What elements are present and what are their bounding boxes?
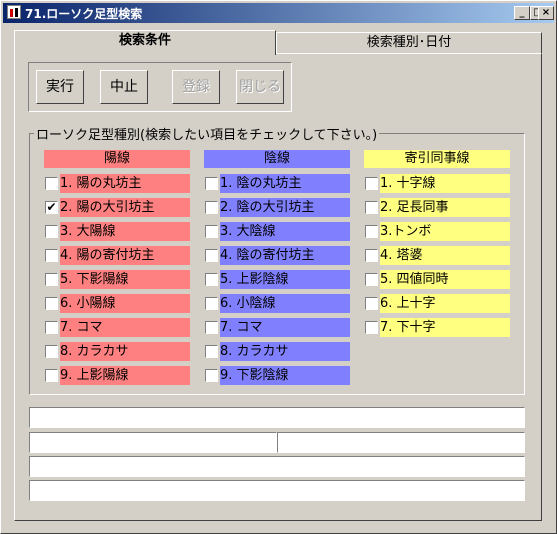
checkbox-label: 7. 下十字	[380, 318, 510, 337]
checkbox-label: 5. 上影陰線	[220, 270, 350, 289]
stop-button[interactable]: 中止	[100, 70, 148, 104]
doji-option-3[interactable]: 3.トンボ	[364, 222, 510, 241]
close-button[interactable]: 閉じる	[236, 70, 284, 104]
checkbox-label: 8. カラカサ	[60, 342, 190, 361]
insen-option-8[interactable]: 8. カラカサ	[204, 342, 350, 361]
register-button[interactable]: 登録	[172, 70, 220, 104]
doji-option-7[interactable]: 7. 下十字	[364, 318, 510, 337]
insen-option-1[interactable]: 1. 陰の丸坊主	[204, 174, 350, 193]
status-field-2-left	[29, 432, 277, 453]
insen-option-5[interactable]: 5. 上影陰線	[204, 270, 350, 289]
insen-option-3[interactable]: 3. 大陰線	[204, 222, 350, 241]
checkbox[interactable]	[205, 273, 218, 286]
checkbox-label: 6. 上十字	[380, 294, 510, 313]
checkbox[interactable]	[205, 321, 218, 334]
checkbox-label: 8. カラカサ	[220, 342, 350, 361]
column-header-yosen: 陽線	[44, 150, 190, 168]
checkbox-label: 1. 陽の丸坊主	[60, 174, 190, 193]
checkbox[interactable]	[45, 249, 58, 262]
run-button[interactable]: 実行	[36, 70, 84, 104]
checkbox[interactable]	[45, 225, 58, 238]
checkbox[interactable]	[205, 177, 218, 190]
title-bar[interactable]: 71.ローソク足型検索 _ □ ×	[3, 3, 554, 23]
status-field-1	[29, 407, 525, 428]
yosen-option-1[interactable]: 1. 陽の丸坊主	[44, 174, 190, 193]
checkbox-label: 3. 大陽線	[60, 222, 190, 241]
checkbox[interactable]	[205, 225, 218, 238]
checkbox[interactable]	[365, 177, 378, 190]
checkbox-label: 4. 陰の寄付坊主	[220, 246, 350, 265]
yosen-option-4[interactable]: 4. 陽の寄付坊主	[44, 246, 190, 265]
checkbox-label: 6. 小陰線	[220, 294, 350, 313]
checkbox-label: 2. 陰の大引坊主	[220, 198, 350, 217]
doji-option-1[interactable]: 1. 十字線	[364, 174, 510, 193]
doji-option-2[interactable]: 2. 足長同事	[364, 198, 510, 217]
checkbox[interactable]	[365, 321, 378, 334]
checkbox-label: 5. 四値同時	[380, 270, 510, 289]
app-candlestick-icon	[7, 5, 21, 19]
group-label: ローソク足型種別(検索したい項目をチェックして下さい。)	[34, 124, 380, 143]
checkbox-label: 1. 十字線	[380, 174, 510, 193]
insen-option-2[interactable]: 2. 陰の大引坊主	[204, 198, 350, 217]
checkbox-label: 7. コマ	[60, 318, 190, 337]
doji-option-4[interactable]: 4. 塔婆	[364, 246, 510, 265]
tab-search-type-date[interactable]: 検索種別･日付	[276, 32, 542, 54]
checkbox[interactable]	[45, 345, 58, 358]
checkbox[interactable]	[365, 249, 378, 262]
checkbox-label: 9. 上影陽線	[60, 366, 190, 385]
checkbox[interactable]	[205, 345, 218, 358]
insen-option-6[interactable]: 6. 小陰線	[204, 294, 350, 313]
checkbox-label: 2. 足長同事	[380, 198, 510, 217]
tab-search-conditions[interactable]: 検索条件	[14, 30, 276, 55]
status-field-2-right	[277, 432, 525, 453]
checkbox[interactable]	[45, 297, 58, 310]
minimize-icon[interactable]: _	[514, 6, 530, 20]
column-header-doji: 寄引同事線	[364, 150, 510, 168]
status-field-3	[29, 456, 525, 477]
yosen-option-6[interactable]: 6. 小陽線	[44, 294, 190, 313]
checkbox[interactable]	[205, 201, 218, 214]
doji-option-5[interactable]: 5. 四値同時	[364, 270, 510, 289]
checkbox-label: 6. 小陽線	[60, 294, 190, 313]
yosen-option-9[interactable]: 9. 上影陽線	[44, 366, 190, 385]
checkbox-label: 5. 下影陽線	[60, 270, 190, 289]
checkbox[interactable]	[45, 177, 58, 190]
checkbox[interactable]	[365, 297, 378, 310]
checkbox[interactable]	[205, 249, 218, 262]
insen-option-4[interactable]: 4. 陰の寄付坊主	[204, 246, 350, 265]
checkbox-label: 4. 陽の寄付坊主	[60, 246, 190, 265]
close-icon[interactable]: ×	[538, 6, 554, 20]
checkbox[interactable]	[45, 321, 58, 334]
yosen-option-2[interactable]: ✔ 2. 陽の大引坊主	[44, 198, 190, 217]
checkbox-label: 7. コマ	[220, 318, 350, 337]
checkbox[interactable]	[45, 369, 58, 382]
insen-option-9[interactable]: 9. 下影陰線	[204, 366, 350, 385]
yosen-option-8[interactable]: 8. カラカサ	[44, 342, 190, 361]
checkbox[interactable]	[365, 273, 378, 286]
column-header-insen: 陰線	[204, 150, 350, 168]
checkbox[interactable]	[205, 297, 218, 310]
checkbox[interactable]	[205, 369, 218, 382]
status-field-4	[29, 480, 525, 501]
checkbox-label: 1. 陰の丸坊主	[220, 174, 350, 193]
checkbox-label: 3. 大陰線	[220, 222, 350, 241]
doji-option-6[interactable]: 6. 上十字	[364, 294, 510, 313]
checkbox-label: 2. 陽の大引坊主	[60, 198, 190, 217]
checkbox[interactable]: ✔	[45, 201, 58, 214]
checkbox[interactable]	[45, 273, 58, 286]
checkbox-label: 3.トンボ	[380, 222, 510, 241]
checkbox-label: 4. 塔婆	[380, 246, 510, 265]
yosen-option-7[interactable]: 7. コマ	[44, 318, 190, 337]
yosen-option-5[interactable]: 5. 下影陽線	[44, 270, 190, 289]
yosen-option-3[interactable]: 3. 大陽線	[44, 222, 190, 241]
checkbox[interactable]	[365, 201, 378, 214]
insen-option-7[interactable]: 7. コマ	[204, 318, 350, 337]
checkbox-label: 9. 下影陰線	[220, 366, 350, 385]
window-title: 71.ローソク足型検索	[25, 7, 143, 21]
checkbox[interactable]	[365, 225, 378, 238]
